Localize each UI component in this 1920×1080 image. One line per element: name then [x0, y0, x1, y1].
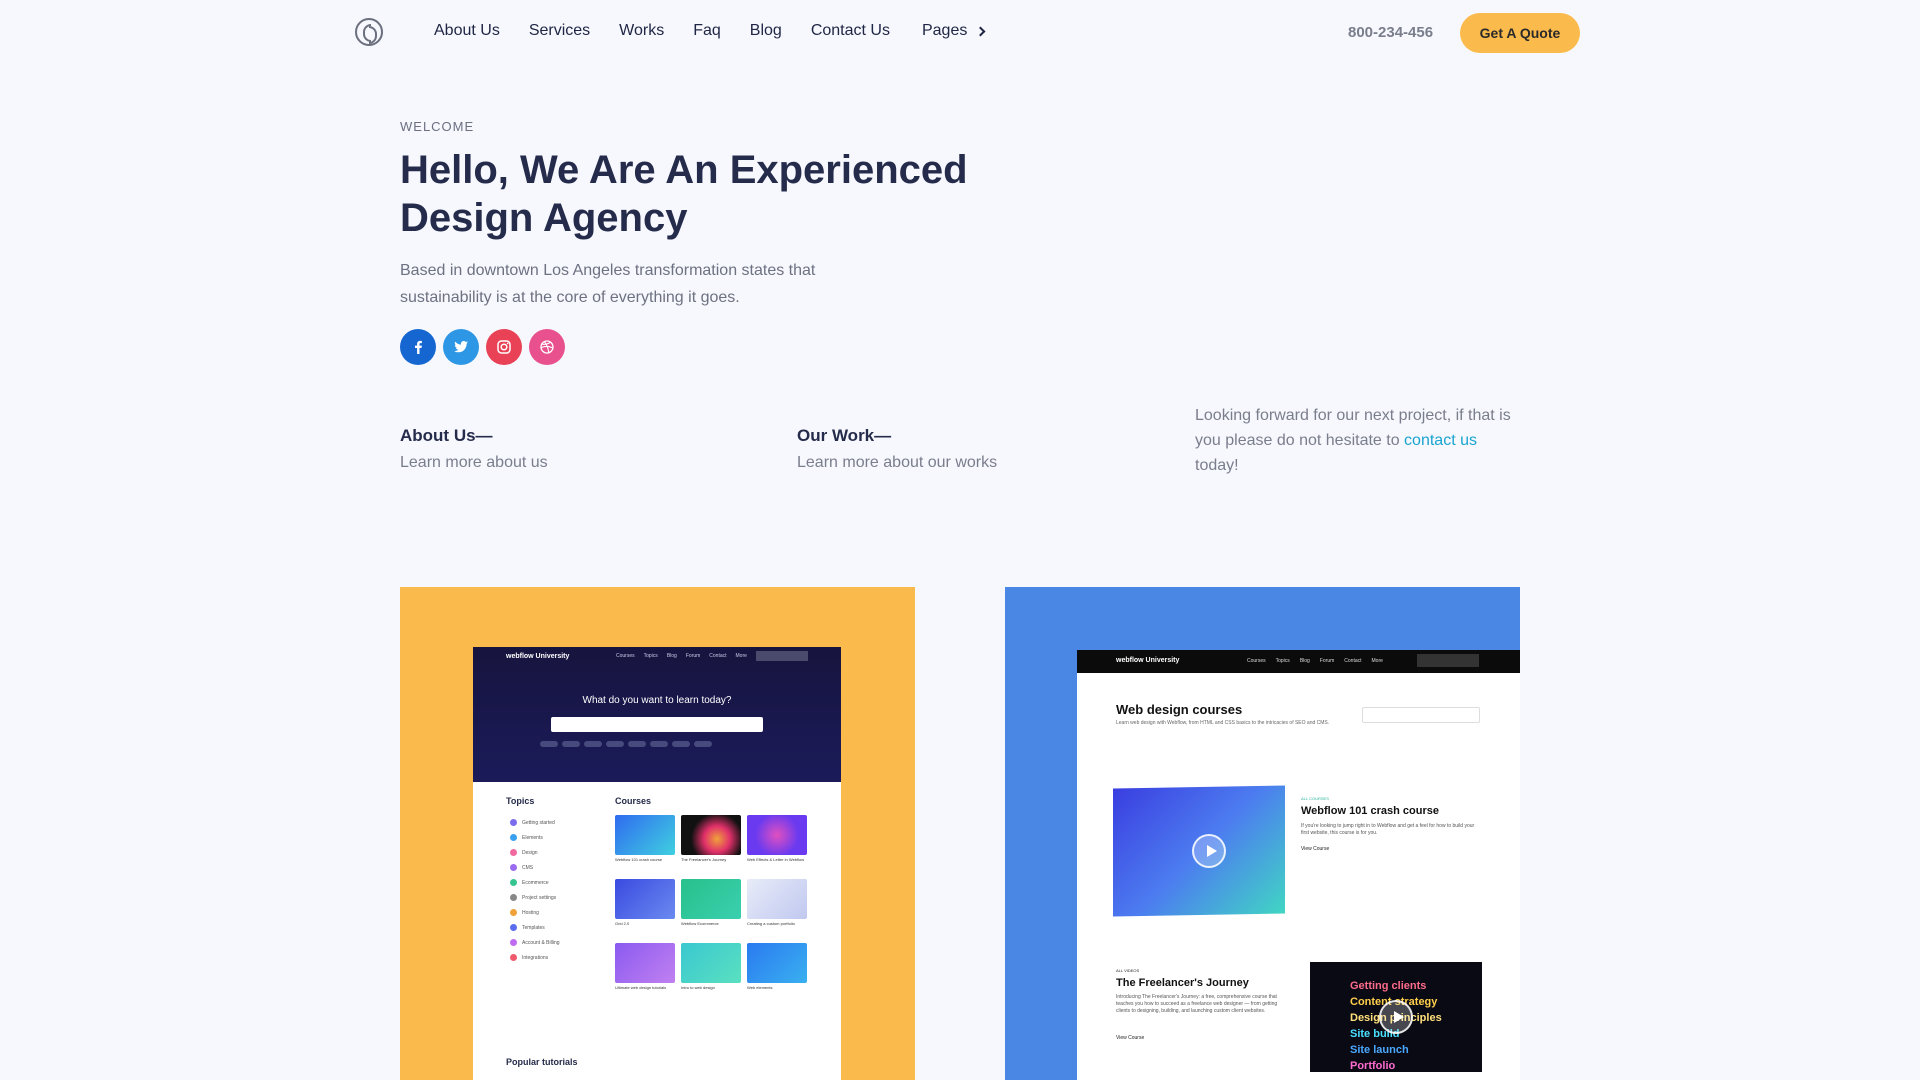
play-icon: [1192, 834, 1226, 868]
mock-try-button: [756, 651, 808, 661]
dribbble-icon[interactable]: [529, 329, 565, 365]
mock-video-thumbnail-2: Getting clients Content strategy Design …: [1310, 962, 1482, 1072]
about-us-subtitle: Learn more about us: [400, 454, 548, 471]
mock-topic-item: Hosting: [510, 905, 602, 920]
hero-lead: Based in downtown Los Angeles transforma…: [400, 262, 816, 306]
mock-view-course-link: View Course: [1301, 846, 1330, 852]
mock-course-desc: Introducing The Freelancer's Journey: a …: [1116, 994, 1278, 1014]
mock-nav-item: Topics: [1275, 658, 1290, 664]
mock-course: Webflow Ecommerce: [681, 879, 741, 935]
mock-video-word: Portfolio: [1350, 1060, 1396, 1072]
mock-popular-heading: Popular tutorials: [506, 1057, 578, 1067]
mock-courses-heading: Courses: [615, 796, 652, 806]
instagram-icon[interactable]: [486, 329, 522, 365]
mock-nav-item: Forum: [1319, 658, 1335, 664]
mock-nav-item: More: [1371, 658, 1383, 664]
facebook-icon[interactable]: [400, 329, 436, 365]
contact-text: Looking forward for our next project, if…: [1195, 403, 1525, 478]
webflow-university-screenshot: webflow University Courses Topics Blog F…: [473, 647, 841, 1080]
mock-course-grid: Webflow 101 crash course The Freelancer'…: [615, 815, 815, 999]
nav-about-us[interactable]: About Us: [434, 22, 500, 40]
mock-course: Web elements: [747, 943, 807, 999]
mock-nav-item: Courses: [1247, 658, 1266, 664]
mock-nav-item: Contact: [1344, 658, 1362, 664]
mock-course-desc: If you're looking to jump right in to We…: [1301, 823, 1475, 836]
mock-search-bar: [551, 717, 763, 732]
mock-brand: webflow University: [506, 653, 570, 660]
mock-course-tag: ALL VIDEOS: [1116, 968, 1140, 973]
mock-search-input: [1362, 707, 1480, 723]
nav-services[interactable]: Services: [529, 22, 590, 40]
mock-nav-item: Blog: [1299, 658, 1310, 664]
mock-page-desc: Learn web design with Webflow, from HTML…: [1116, 720, 1330, 726]
mock-nav-item: Courses: [616, 653, 635, 659]
mock-page-title: Web design courses: [1116, 702, 1243, 717]
mock-video-word: Site launch: [1350, 1044, 1409, 1056]
hero-headline: Hello, We Are An Experienced Design Agen…: [400, 148, 968, 240]
mock-view-course-link: View Course: [1116, 1035, 1145, 1041]
top-nav: About Us Services Works Faq Blog Contact…: [0, 0, 1920, 66]
nav-pages-label: Pages: [921, 22, 968, 39]
mock-topic-item: Project settings: [510, 890, 602, 905]
mock-topic-item: Getting started: [510, 815, 602, 830]
mock-nav: Courses Topics Blog Forum Contact More: [1247, 658, 1383, 664]
nav-pages-dropdown[interactable]: Pages: [921, 22, 986, 40]
portfolio-card-blue[interactable]: webflow University Courses Topics Blog F…: [1005, 587, 1520, 1080]
mock-topic-item: CMS: [510, 860, 602, 875]
our-work-title[interactable]: Our Work—: [797, 426, 891, 446]
twitter-icon[interactable]: [443, 329, 479, 365]
mock-topic-item: Integrations: [510, 950, 602, 965]
contact-text-after: today!: [1195, 457, 1239, 474]
mock-course: Intro to web design: [681, 943, 741, 999]
mock-topic-item: Ecommerce: [510, 875, 602, 890]
nav-works[interactable]: Works: [619, 22, 664, 40]
main-menu: About Us Services Works Faq Blog Contact…: [434, 22, 1013, 40]
contact-us-link[interactable]: contact us: [1404, 432, 1477, 449]
mock-nav-item: Topics: [643, 653, 658, 659]
mock-question: What do you want to learn today?: [582, 695, 732, 706]
phone-number[interactable]: 800-234-456: [1348, 24, 1433, 41]
hero-eyebrow: WELCOME: [400, 119, 475, 134]
mock-try-button: [1417, 654, 1479, 667]
mock-nav: Courses Topics Blog Forum Contact More: [616, 653, 747, 659]
mock-tags: [540, 741, 712, 747]
mock-course: Ultimate web design tutorials: [615, 943, 675, 999]
mock-topic-item: Elements: [510, 830, 602, 845]
nav-faq[interactable]: Faq: [693, 22, 721, 40]
mock-topic-item: Design: [510, 845, 602, 860]
mock-course-tag: ALL COURSES: [1301, 796, 1329, 801]
mock-nav-item: Forum: [685, 653, 701, 659]
portfolio-card-yellow[interactable]: webflow University Courses Topics Blog F…: [400, 587, 915, 1080]
chevron-right-icon: [975, 26, 986, 36]
our-work-subtitle: Learn more about our works: [797, 454, 998, 471]
mock-topic-list: Getting started Elements Design CMS Ecom…: [510, 815, 602, 965]
mock-course: Web Effects & Letter in Webflow: [747, 815, 807, 871]
mock-course-title: Webflow 101 crash course: [1301, 805, 1439, 817]
mock-course: Creating a custom portfolio: [747, 879, 807, 935]
mock-course: Grid 2.0: [615, 879, 675, 935]
mock-topics-heading: Topics: [506, 796, 535, 806]
mock-nav-item: More: [735, 653, 747, 659]
mock-course-title: The Freelancer's Journey: [1116, 977, 1249, 989]
mock-course: Webflow 101 crash course: [615, 815, 675, 871]
play-icon: [1379, 1000, 1413, 1034]
about-us-title[interactable]: About Us—: [400, 426, 493, 446]
mock-topic-item: Account & Billing: [510, 935, 602, 950]
webflow-courses-screenshot: webflow University Courses Topics Blog F…: [1077, 650, 1520, 1080]
mock-course: The Freelancer's Journey: [681, 815, 741, 871]
mock-topic-item: Templates: [510, 920, 602, 935]
mock-video-word: Getting clients: [1350, 980, 1427, 992]
nav-blog[interactable]: Blog: [750, 22, 782, 40]
mock-brand: webflow University: [1116, 657, 1180, 664]
get-a-quote-button[interactable]: Get A Quote: [1460, 13, 1580, 53]
brand-logo-icon[interactable]: [355, 18, 383, 46]
mock-nav-item: Blog: [666, 653, 677, 659]
mock-nav-item: Contact: [709, 653, 727, 659]
mock-navbar: webflow University Courses Topics Blog F…: [1077, 650, 1520, 673]
nav-contact-us[interactable]: Contact Us: [811, 22, 890, 40]
mock-hero: webflow University Courses Topics Blog F…: [473, 647, 841, 782]
social-links: [400, 329, 565, 365]
